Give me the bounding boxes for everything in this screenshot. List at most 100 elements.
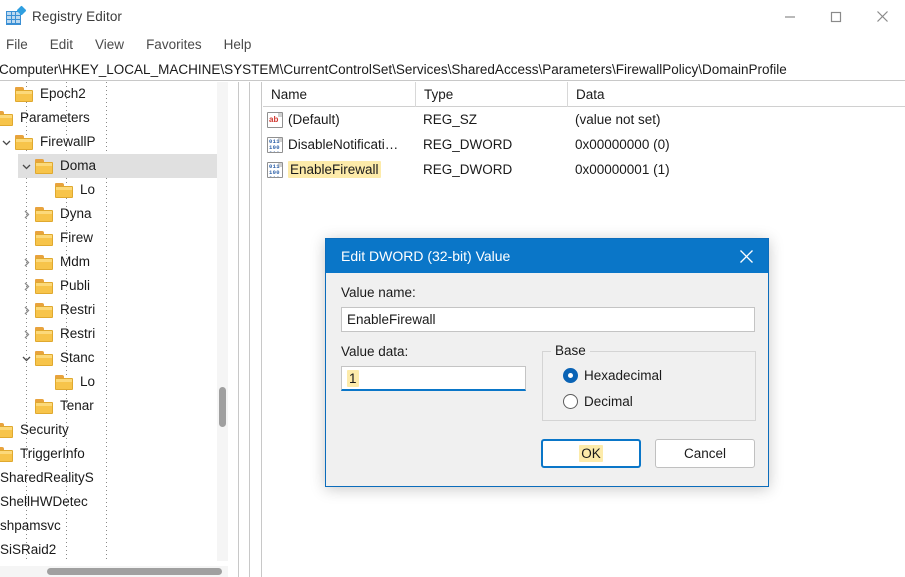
title-bar: Registry Editor (0, 0, 905, 33)
value-data-cell: (value not set) (575, 112, 661, 127)
values-list-row[interactable]: 011100011 EnableFirewall REG_DWORD 0x000000… (263, 157, 905, 182)
base-legend: Base (551, 343, 590, 358)
tree-item-label: FirewallP (40, 134, 96, 149)
tree-item-label: SharedRealityS (0, 470, 94, 485)
chevron-right-icon[interactable] (18, 202, 35, 226)
chevron-right-icon[interactable] (18, 322, 35, 346)
tree-item[interactable]: Publi (18, 274, 228, 298)
chevron-right-icon[interactable] (18, 298, 35, 322)
registry-editor-window: Registry Editor File Edit View Favorites… (0, 0, 905, 577)
tree-item-label: Lo (80, 374, 96, 389)
dialog-title-bar: Edit DWORD (32-bit) Value (326, 239, 768, 273)
tree-item[interactable]: Lo (38, 370, 228, 394)
dword-value-icon: 011100011 (267, 161, 283, 178)
close-icon[interactable] (859, 0, 905, 33)
menu-item-view[interactable]: View (84, 35, 135, 55)
folder-icon (55, 182, 74, 198)
radio-hexadecimal[interactable]: Hexadecimal (563, 368, 662, 383)
tree-item[interactable]: Security (0, 418, 228, 442)
tree-item[interactable]: Parameters (0, 106, 228, 130)
tree-horizontal-scrollbar[interactable] (0, 566, 228, 577)
tree-item[interactable]: ShellHWDetec (0, 490, 228, 514)
tree-item-label: Restri (60, 326, 96, 341)
folder-icon (0, 110, 14, 126)
values-list-row[interactable]: ab (Default) REG_SZ (value not set) (263, 107, 905, 132)
tree-item[interactable]: Restri (18, 298, 228, 322)
menu-item-favorites[interactable]: Favorites (135, 35, 213, 55)
tree-item[interactable]: SiSRaid2 (0, 538, 228, 561)
maximize-icon[interactable] (813, 0, 859, 33)
window-controls (767, 0, 905, 33)
tree-horizontal-scroll-thumb[interactable] (47, 568, 222, 575)
tree-item[interactable]: SharedRealityS (0, 466, 228, 490)
value-name-text: (Default) (288, 112, 340, 127)
tree-vertical-scrollbar[interactable] (217, 82, 228, 561)
menu-item-edit[interactable]: Edit (39, 35, 84, 55)
values-list-header: Name Type Data (263, 82, 905, 107)
value-type-cell: REG_DWORD (423, 137, 513, 152)
folder-icon (35, 302, 54, 318)
dialog-close-icon[interactable] (724, 239, 768, 273)
chevron-right-icon[interactable] (18, 250, 35, 274)
tree-item-label: SiSRaid2 (0, 542, 57, 557)
registry-tree[interactable]: Epoch2 Parameters FirewallP Doma Lo Dyna Firew… (0, 82, 228, 561)
column-header-data[interactable]: Data (567, 82, 905, 107)
cancel-button[interactable]: Cancel (655, 439, 755, 468)
tree-vertical-scroll-thumb[interactable] (219, 387, 226, 427)
column-header-type[interactable]: Type (415, 82, 567, 107)
string-value-icon: ab (267, 111, 283, 128)
folder-icon (15, 86, 34, 102)
values-list-row[interactable]: 011100011 DisableNotificati… REG_DWORD 0x00… (263, 132, 905, 157)
tree-item[interactable]: Dyna (18, 202, 228, 226)
tree-item-label: Dyna (60, 206, 92, 221)
registry-icon (6, 5, 27, 26)
tree-item-label: Lo (80, 182, 96, 197)
chevron-down-icon[interactable] (18, 346, 35, 370)
address-bar[interactable]: Computer\HKEY_LOCAL_MACHINE\SYSTEM\Curre… (0, 58, 905, 81)
value-name-text: EnableFirewall (347, 312, 436, 327)
radio-hexadecimal-indicator (563, 368, 578, 383)
value-data-input[interactable]: 1 (341, 366, 526, 391)
tree-item[interactable]: Firew (18, 226, 228, 250)
value-name-label: Value name: (341, 285, 416, 300)
folder-icon (35, 350, 54, 366)
window-title: Registry Editor (32, 9, 123, 24)
tree-item[interactable]: shpamsvc (0, 514, 228, 538)
radio-decimal[interactable]: Decimal (563, 394, 633, 409)
radio-decimal-label: Decimal (584, 394, 633, 409)
value-name-cell: ab (Default) (267, 107, 417, 132)
tree-item[interactable]: FirewallP (0, 130, 228, 154)
tree-item[interactable]: Restri (18, 322, 228, 346)
registry-tree-panel: Epoch2 Parameters FirewallP Doma Lo Dyna Firew… (0, 82, 238, 577)
menu-item-help[interactable]: Help (213, 35, 263, 55)
tree-item[interactable]: TriggerInfo (0, 442, 228, 466)
tree-item[interactable]: Stanc (18, 346, 228, 370)
panel-splitter[interactable] (238, 82, 262, 577)
folder-icon (35, 158, 54, 174)
column-header-name[interactable]: Name (263, 82, 415, 107)
folder-icon (15, 134, 34, 150)
tree-item-label: Mdm (60, 254, 90, 269)
dialog-body: Value name: EnableFirewall Value data: 1… (326, 273, 768, 488)
tree-item[interactable]: Epoch2 (0, 82, 228, 106)
minimize-icon[interactable] (767, 0, 813, 33)
chevron-right-icon[interactable] (18, 274, 35, 298)
value-name-text: DisableNotificati… (288, 137, 399, 152)
ok-button[interactable]: OK (541, 439, 641, 468)
tree-item[interactable]: Mdm (18, 250, 228, 274)
tree-item[interactable]: Tenar (18, 394, 228, 418)
value-name-text: EnableFirewall (288, 161, 381, 178)
tree-item[interactable]: Doma (18, 154, 228, 178)
chevron-down-icon[interactable] (0, 130, 15, 154)
radio-decimal-indicator (563, 394, 578, 409)
tree-item-label: Parameters (20, 110, 90, 125)
menu-item-file[interactable]: File (0, 35, 39, 55)
value-name-input[interactable]: EnableFirewall (341, 307, 755, 332)
tree-item[interactable]: Lo (38, 178, 228, 202)
folder-icon (35, 326, 54, 342)
tree-item-label: Firew (60, 230, 93, 245)
chevron-down-icon[interactable] (18, 154, 35, 178)
